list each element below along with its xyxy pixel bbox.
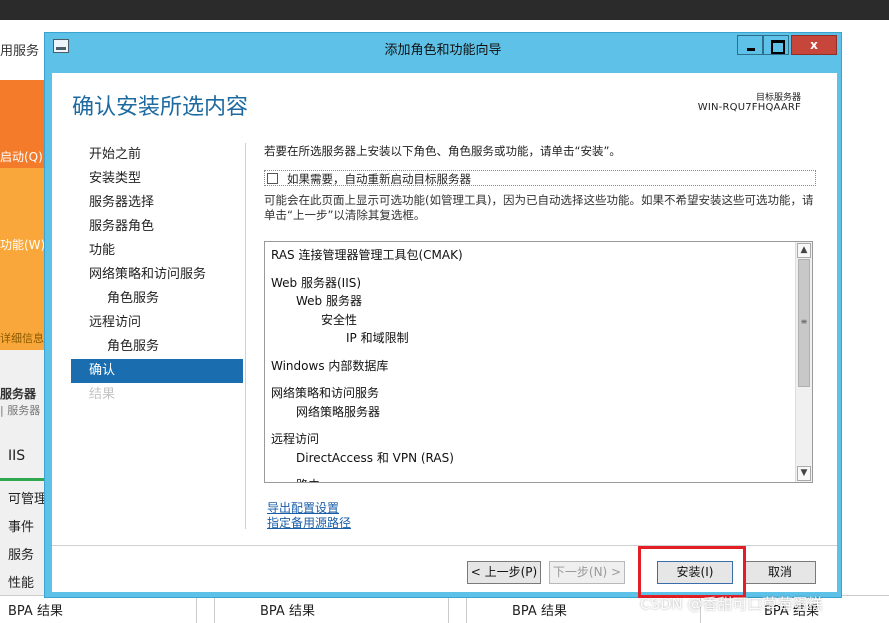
minimize-button[interactable] — [737, 35, 763, 55]
background-iis-tile[interactable]: IIS — [0, 440, 44, 480]
background-titlebar — [0, 0, 889, 20]
background-bpa-result[interactable]: BPA 结果 — [8, 600, 63, 619]
background-bpa-divider — [196, 596, 197, 623]
next-button: 下一步(N) > — [549, 561, 625, 584]
close-button[interactable]: x — [791, 35, 837, 55]
scroll-down-arrow-icon[interactable]: ▼ — [797, 466, 811, 481]
background-tile-features[interactable]: 功能(W) — [0, 168, 44, 260]
export-configuration-link[interactable]: 导出配置设置 — [267, 501, 351, 516]
specify-alternate-source-link[interactable]: 指定备用源路径 — [267, 516, 351, 531]
background-bpa-result[interactable]: BPA 结果 — [260, 600, 315, 619]
nav-item-npas[interactable]: 网络策略和访问服务 — [71, 263, 243, 287]
footer-divider — [52, 545, 837, 546]
nav-item-results: 结果 — [89, 387, 116, 402]
nav-item-confirmation[interactable]: 确认 — [71, 359, 243, 383]
nav-item-remote-access-role-services[interactable]: 角色服务 — [71, 335, 243, 359]
selection-list-items: RAS 连接管理器管理工具包(CMAK) Web 服务器(IIS) Web 服务… — [271, 246, 791, 482]
background-item-events[interactable]: 事件 — [8, 516, 47, 544]
list-item: IP 和域限制 — [346, 331, 409, 345]
list-item: RAS 连接管理器管理工具包(CMAK) — [271, 248, 463, 262]
wizard-nav: 开始之前 安装类型 服务器选择 服务器角色 功能 网络策略和访问服务 角色服务 … — [71, 143, 243, 407]
list-item: 网络策略和访问服务 — [271, 386, 380, 400]
install-button[interactable]: 安装(I) — [657, 561, 733, 584]
auto-restart-label[interactable]: 如果需要，自动重新启动目标服务器 — [287, 171, 471, 187]
maximize-button[interactable] — [763, 35, 789, 55]
background-tiles: 启动(Q) 功能(W) 详细信息( — [0, 80, 44, 350]
list-item: 远程访问 — [271, 432, 320, 446]
nav-item-before-you-begin[interactable]: 开始之前 — [71, 143, 243, 167]
background-bpa-divider — [466, 596, 467, 623]
background-item-manageability[interactable]: 可管理 — [8, 488, 47, 516]
nav-item-features[interactable]: 功能 — [71, 239, 243, 263]
auto-restart-checkbox[interactable] — [267, 173, 278, 184]
nav-item-server-selection[interactable]: 服务器选择 — [71, 191, 243, 215]
list-scrollbar[interactable]: ▲ ≡ ▼ — [795, 242, 812, 482]
list-item: Web 服务器 — [296, 294, 362, 308]
window-titlebar[interactable]: 添加角色和功能向导 x — [45, 33, 841, 61]
intro-text: 若要在所选服务器上安装以下角色、角色服务或功能，请单击“安装”。 — [264, 144, 621, 158]
previous-button[interactable]: < 上一步(P) — [467, 561, 541, 584]
background-tile-start[interactable]: 启动(Q) — [0, 80, 44, 168]
list-item: DirectAccess 和 VPN (RAS) — [296, 450, 454, 465]
background-tile-details[interactable]: 详细信息( — [0, 260, 44, 350]
background-breadcrumb: 用服务 — [0, 44, 40, 59]
background-bpa-divider — [214, 596, 215, 623]
content-links: 导出配置设置 指定备用源路径 — [267, 501, 351, 531]
page-title: 确认安装所选内容 — [72, 95, 249, 120]
wizard-client-area: 确认安装所选内容 目标服务器 WIN-RQU7FHQAARF 开始之前 安装类型… — [52, 73, 837, 592]
background-section-heading: 服务器 | 服务器 — [0, 387, 41, 417]
list-item: 路由 — [271, 476, 791, 482]
nav-item-installation-type[interactable]: 安装类型 — [71, 167, 243, 191]
scroll-up-arrow-icon[interactable]: ▲ — [797, 243, 811, 258]
nav-item-remote-access[interactable]: 远程访问 — [71, 311, 243, 335]
background-right-panel — [842, 80, 889, 600]
list-item: 安全性 — [321, 312, 358, 327]
nav-divider — [245, 143, 246, 529]
optional-features-note: 可能会在此页面上显示可选功能(如管理工具)，因为已自动选择这些功能。如果不希望安… — [264, 193, 814, 222]
scrollbar-grip-icon: ≡ — [800, 317, 808, 326]
background-item-list: 可管理 事件 服务 性能 — [8, 488, 47, 600]
cancel-button[interactable]: 取消 — [744, 561, 816, 584]
auto-restart-option[interactable]: 如果需要，自动重新启动目标服务器 — [264, 170, 816, 186]
list-item: Windows 内部数据库 — [271, 358, 389, 373]
destination-server-name: WIN-RQU7FHQAARF — [697, 102, 801, 113]
list-item: 网络策略服务器 — [296, 404, 381, 419]
list-item: Web 服务器(IIS) — [271, 275, 362, 290]
window-title: 添加角色和功能向导 — [384, 43, 502, 58]
watermark-text: CSDN @香甜可口草莓蛋糕 — [640, 595, 823, 613]
nav-item-npas-role-services[interactable]: 角色服务 — [71, 287, 243, 311]
background-item-services[interactable]: 服务 — [8, 544, 47, 572]
background-bpa-divider — [448, 596, 449, 623]
nav-item-server-roles[interactable]: 服务器角色 — [71, 215, 243, 239]
wizard-window: 添加角色和功能向导 x 确认安装所选内容 目标服务器 WIN-RQU7FHQAA… — [44, 32, 842, 598]
selection-list[interactable]: RAS 连接管理器管理工具包(CMAK) Web 服务器(IIS) Web 服务… — [264, 241, 813, 483]
background-bpa-result[interactable]: BPA 结果 — [512, 600, 567, 619]
